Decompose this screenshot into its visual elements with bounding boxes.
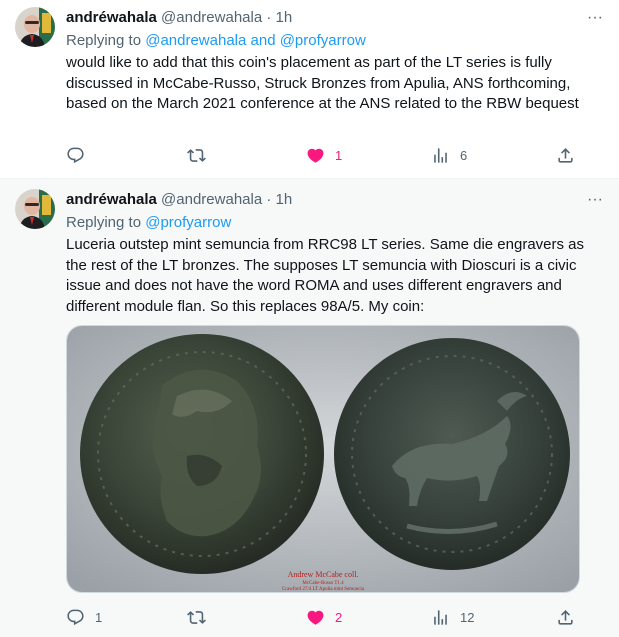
views-button[interactable]: 12 bbox=[431, 607, 474, 627]
timestamp[interactable]: 1h bbox=[276, 191, 293, 208]
views-count: 12 bbox=[460, 609, 475, 625]
views-button[interactable]: 6 bbox=[431, 145, 467, 165]
action-bar: 1 2 12 bbox=[66, 607, 580, 627]
reply-icon bbox=[66, 146, 85, 165]
caption-line-2: McCabe-Russo T1.4 bbox=[302, 581, 344, 586]
coin-photo[interactable]: Andrew McCabe coll. McCabe-Russo T1.4 Cr… bbox=[66, 325, 580, 593]
retweet-icon bbox=[187, 608, 206, 627]
replying-to: Replying to @andrewahala and @profyarrow bbox=[66, 31, 366, 51]
heart-icon bbox=[306, 146, 325, 165]
like-count: 1 bbox=[335, 147, 343, 163]
display-name[interactable]: andréwahala bbox=[66, 9, 157, 26]
views-icon bbox=[431, 608, 450, 627]
like-button[interactable]: 2 bbox=[306, 607, 342, 627]
caption-line-3: Crawford 27/4 LT Apulia mint Semuncia bbox=[282, 587, 365, 592]
separator-dot: · bbox=[266, 191, 272, 208]
retweet-button[interactable] bbox=[187, 607, 216, 627]
avatar[interactable] bbox=[15, 189, 55, 229]
handle[interactable]: @andrewahala bbox=[161, 191, 262, 208]
retweet-button[interactable] bbox=[187, 145, 216, 165]
replying-to-link[interactable]: @andrewahala and @profyarrow bbox=[145, 32, 366, 49]
action-bar: 1 6 bbox=[66, 145, 580, 165]
separator-dot: · bbox=[266, 9, 272, 26]
more-icon[interactable]: ··· bbox=[587, 190, 603, 210]
views-icon bbox=[431, 146, 450, 165]
reply-count: 1 bbox=[95, 609, 103, 625]
reply-icon bbox=[66, 608, 85, 627]
share-icon bbox=[556, 146, 575, 165]
like-button[interactable]: 1 bbox=[306, 145, 342, 165]
reply-button[interactable]: 1 bbox=[66, 607, 102, 627]
views-count: 6 bbox=[460, 147, 468, 163]
tweet-text: Luceria outstep mint semuncia from RRC98… bbox=[66, 236, 585, 315]
avatar[interactable] bbox=[15, 7, 55, 47]
tweet-text: would like to add that this coin's place… bbox=[66, 54, 579, 113]
share-icon bbox=[556, 608, 575, 627]
tweet-header: andréwahala @andrewahala · 1h ··· bbox=[66, 8, 603, 28]
timestamp[interactable]: 1h bbox=[276, 9, 293, 26]
heart-icon bbox=[306, 608, 325, 627]
replying-to: Replying to @profyarrow bbox=[66, 213, 231, 233]
replying-to-link[interactable]: @profyarrow bbox=[145, 214, 231, 231]
tweet-1[interactable]: andréwahala @andrewahala · 1h ··· Replyi… bbox=[0, 0, 619, 178]
reply-button[interactable] bbox=[66, 145, 95, 165]
caption-line-1: Andrew McCabe coll. bbox=[288, 570, 359, 579]
replying-to-prefix: Replying to bbox=[66, 32, 146, 49]
coin-image: Andrew McCabe coll. McCabe-Russo T1.4 Cr… bbox=[67, 326, 579, 592]
replying-to-prefix: Replying to bbox=[66, 214, 146, 231]
like-count: 2 bbox=[335, 609, 343, 625]
tweet-2[interactable]: andréwahala @andrewahala · 1h ··· Replyi… bbox=[0, 178, 619, 637]
tweet-header: andréwahala @andrewahala · 1h ··· bbox=[66, 190, 603, 210]
more-icon[interactable]: ··· bbox=[587, 8, 603, 28]
retweet-icon bbox=[187, 146, 206, 165]
share-button[interactable] bbox=[556, 145, 575, 165]
display-name[interactable]: andréwahala bbox=[66, 191, 157, 208]
handle[interactable]: @andrewahala bbox=[161, 9, 262, 26]
share-button[interactable] bbox=[556, 607, 575, 627]
